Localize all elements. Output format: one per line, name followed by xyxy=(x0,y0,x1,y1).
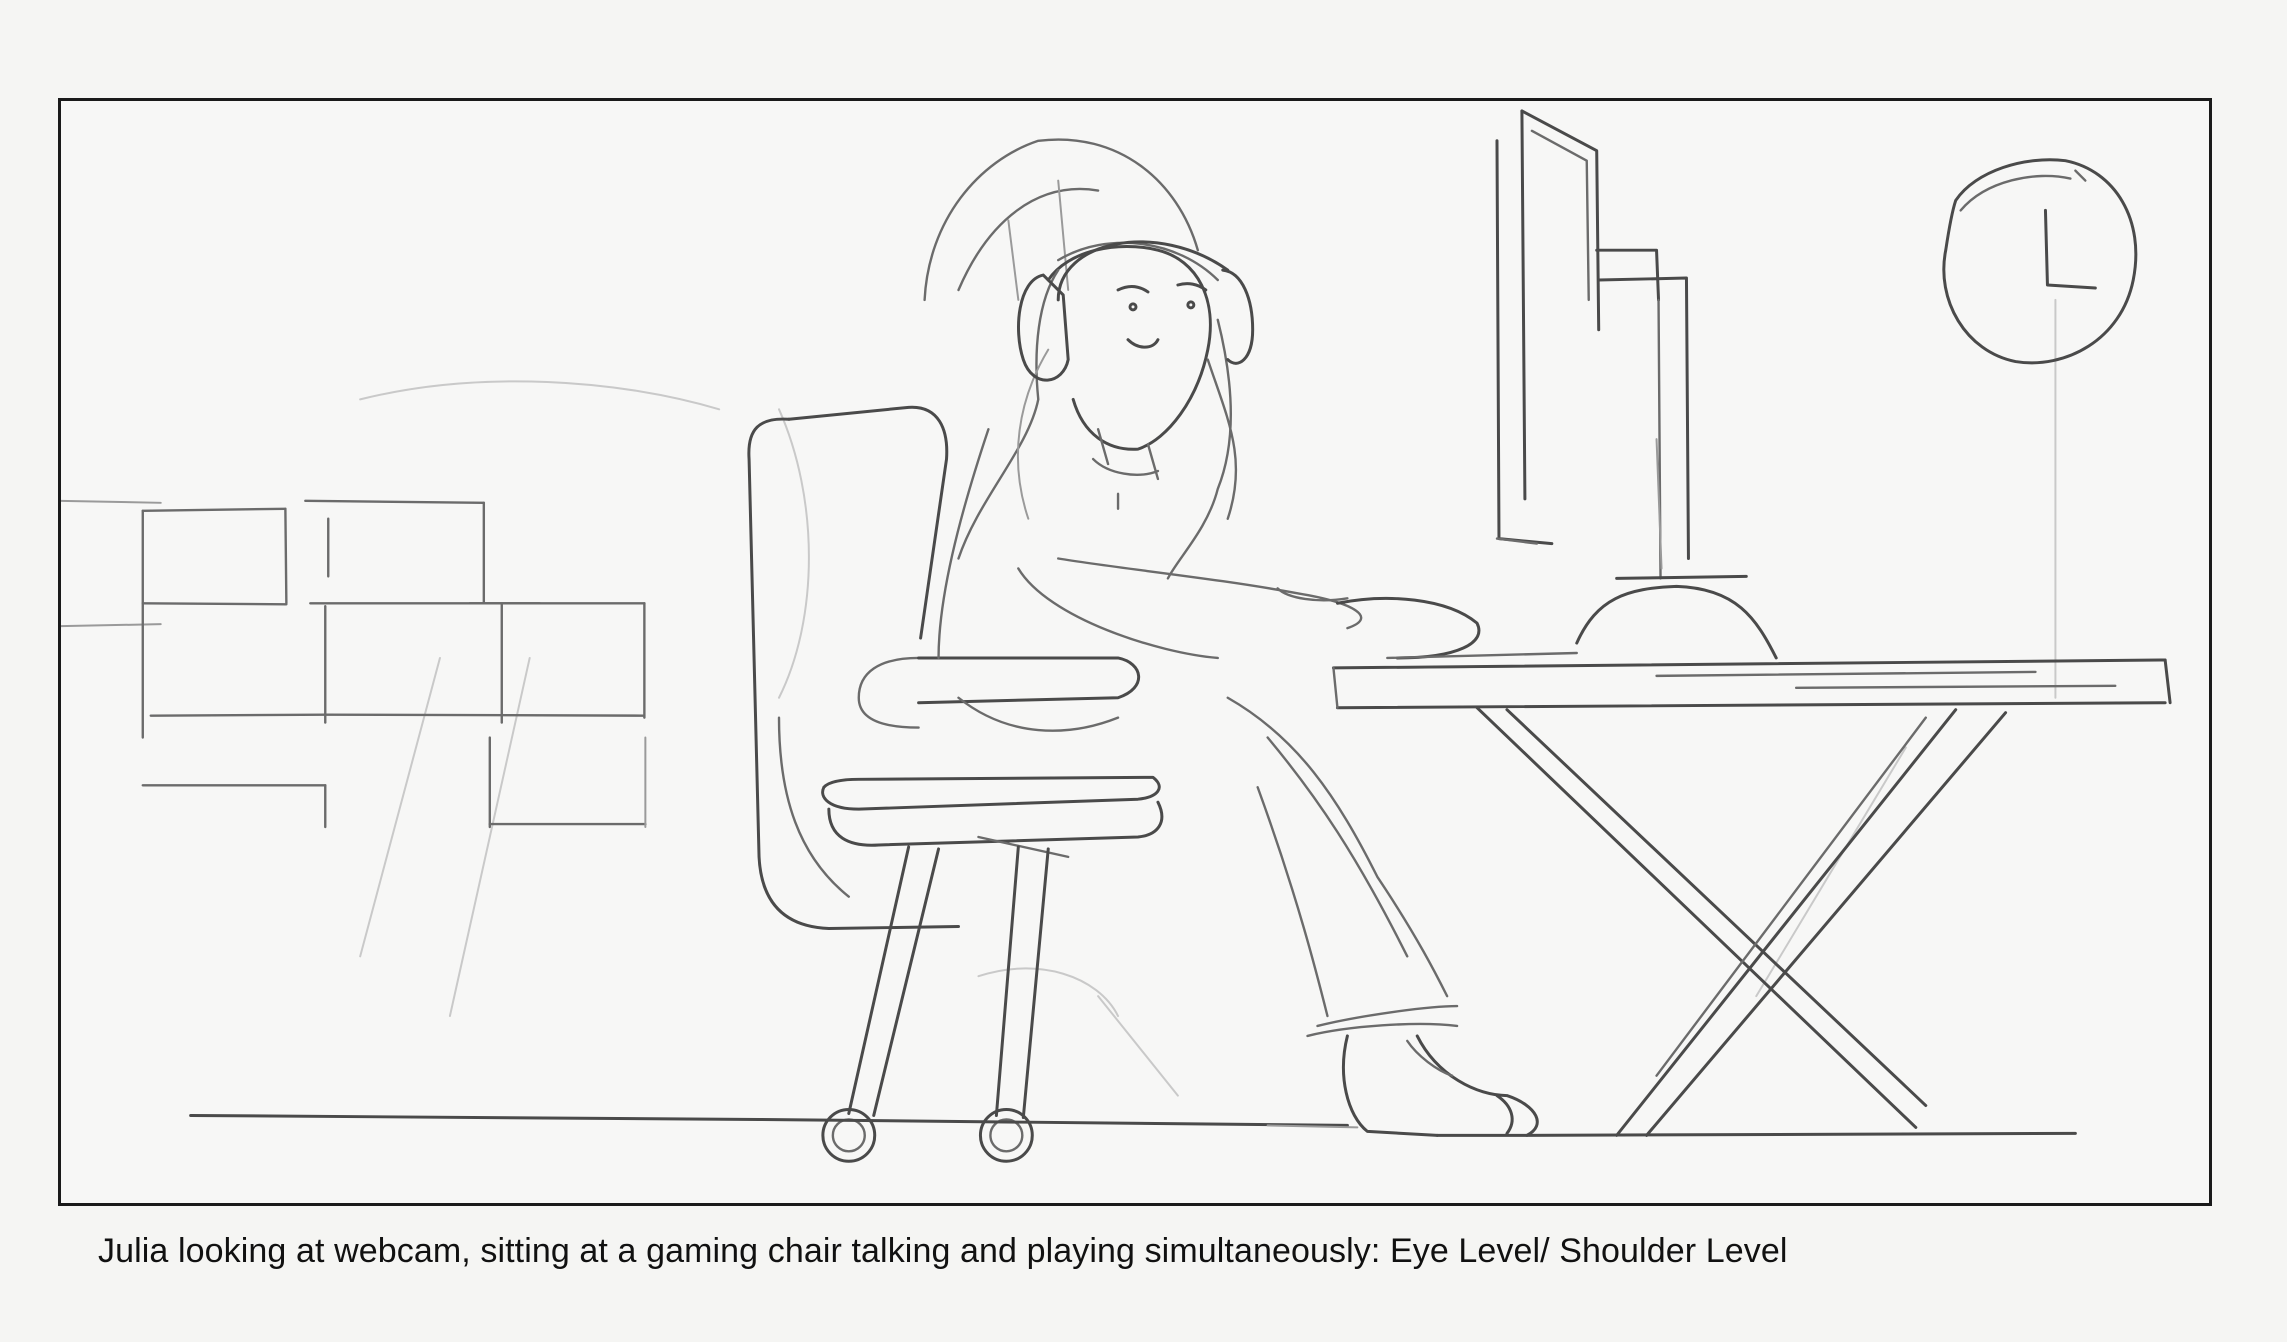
window-panes xyxy=(61,499,647,829)
gaming-chair xyxy=(747,405,1164,1163)
storyboard-caption: Julia looking at webcam, sitting at a ga… xyxy=(98,1232,1788,1270)
desk xyxy=(1331,658,2172,1137)
background-faint-strokes xyxy=(359,298,2057,1097)
computer-monitor xyxy=(1495,109,1778,660)
julia-figure xyxy=(923,138,1539,1137)
storyboard-page: Julia looking at webcam, sitting at a ga… xyxy=(0,0,2287,1342)
floor-line xyxy=(189,1113,2077,1137)
storyboard-panel xyxy=(58,98,2212,1206)
wall-clock-icon xyxy=(1942,158,2138,365)
sketch-drawing xyxy=(61,109,2172,1163)
